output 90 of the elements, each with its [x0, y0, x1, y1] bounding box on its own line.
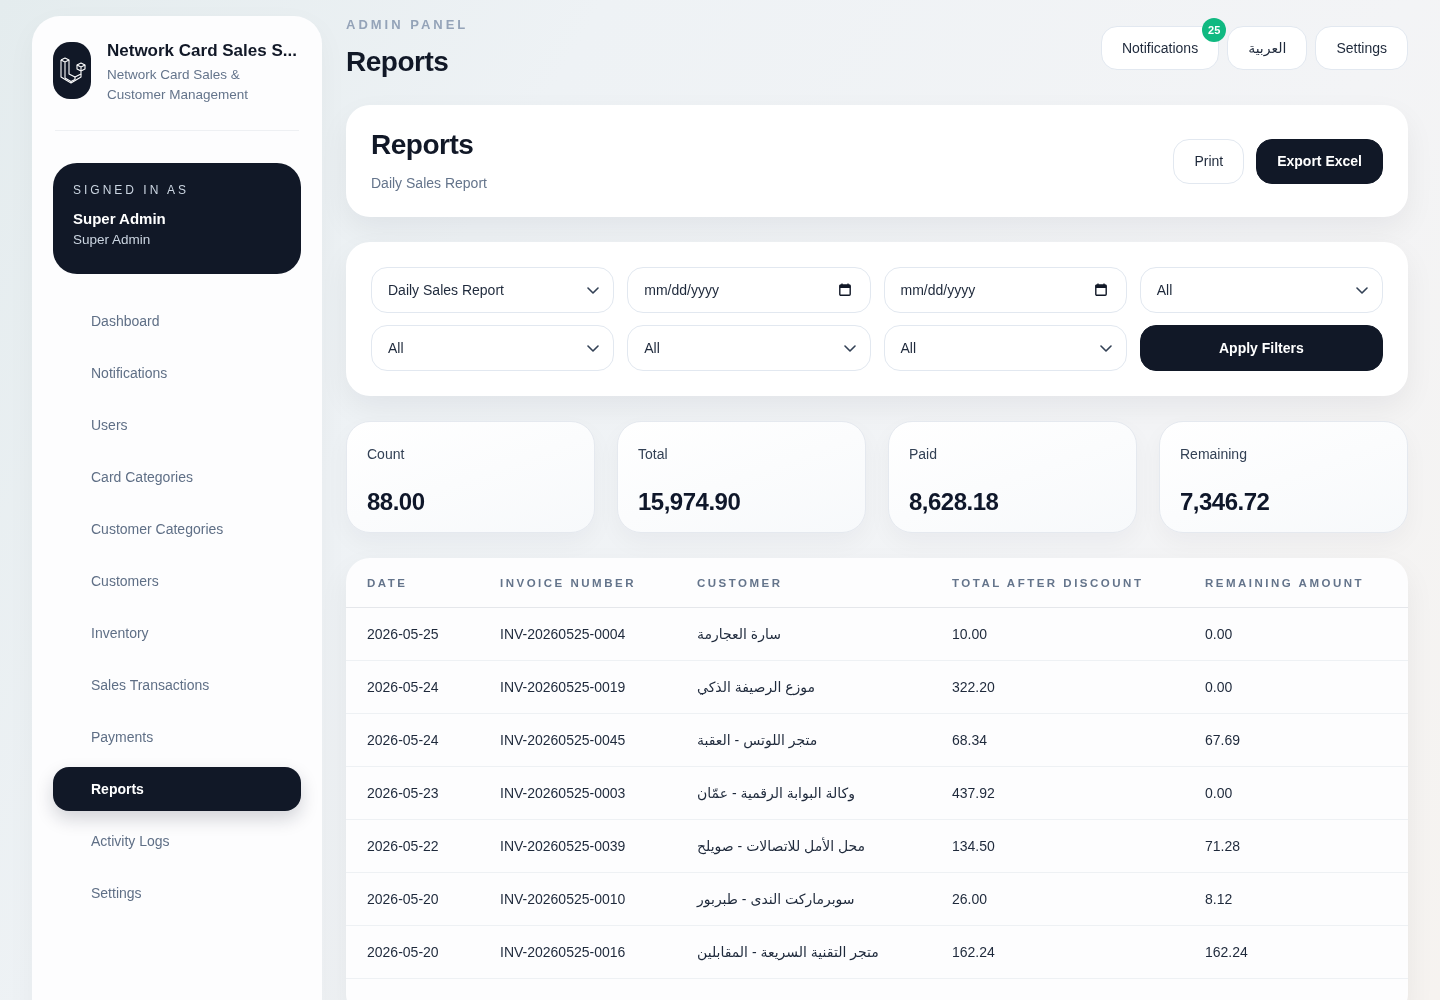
table-cell: محل الأمل للاتصالات - صويلح: [697, 819, 952, 873]
calendar-icon: [838, 283, 851, 296]
table-cell: 8.12: [1205, 872, 1408, 926]
column-header: TOTAL AFTER DISCOUNT: [952, 558, 1205, 608]
nav-item[interactable]: Card Categories: [53, 455, 301, 499]
table-cell: 2026-05-23: [346, 766, 500, 820]
nav-item[interactable]: Dashboard: [53, 299, 301, 343]
table-cell: متجر التقنية السريعة - المقابلين: [697, 925, 952, 979]
table-cell: INV-20260525-0016: [500, 925, 697, 979]
table-cell: 2026-05-24: [346, 660, 500, 714]
chevron-down-icon: [1099, 344, 1112, 352]
table-cell: INV-20260525-0004: [500, 607, 697, 661]
report-title: Reports: [371, 129, 475, 161]
table-cell: 162.24: [1205, 925, 1408, 979]
table-cell: 322.20: [952, 660, 1205, 714]
header-button[interactable]: Settings: [1315, 26, 1408, 70]
table-cell: INV-20260525-0039: [500, 819, 697, 873]
table-cell: متجر اللوتس - العقبة: [697, 713, 952, 767]
table-cell: INV-20260525-0010: [500, 872, 697, 926]
stat-value: 8,628.18: [909, 487, 1000, 517]
column-header: REMAINING AMOUNT: [1205, 558, 1408, 608]
chevron-down-icon: [587, 344, 600, 352]
nav-item[interactable]: Reports: [53, 767, 301, 811]
table-cell: 162.24: [952, 925, 1205, 979]
table-cell: 2026-05-20: [346, 872, 500, 926]
nav-item[interactable]: Inventory: [53, 611, 301, 655]
chevron-down-icon: [587, 286, 600, 294]
export-button[interactable]: Export Excel: [1256, 138, 1383, 184]
date-field[interactable]: mm/dd/yyyy: [883, 267, 1127, 313]
table-cell: 0.00: [1205, 766, 1408, 820]
page-title: Reports: [346, 45, 450, 79]
date-field[interactable]: mm/dd/yyyy: [627, 267, 871, 313]
dropdown[interactable]: All: [1139, 267, 1383, 313]
column-header: CUSTOMER: [697, 558, 952, 608]
table-cell: INV-20260525-0003: [500, 766, 697, 820]
calendar-icon: [1094, 283, 1107, 296]
chevron-down-icon: [1356, 286, 1368, 294]
user-card-label: SIGNED IN AS: [73, 183, 191, 197]
table-cell: 2026-05-24: [346, 713, 500, 767]
table-cell: 2026-05-22: [346, 819, 500, 873]
stat-label: Remaining: [1180, 445, 1248, 463]
app-title: Network Card Sales S...: [107, 40, 297, 62]
stat-label: Paid: [909, 445, 939, 463]
stat-label: Count: [367, 445, 406, 463]
stat-label: Total: [638, 445, 669, 463]
stat-value: 15,974.90: [638, 487, 742, 517]
table-cell: 0.00: [1205, 607, 1408, 661]
user-name: Super Admin: [73, 209, 167, 229]
table-cell: 67.69: [1205, 713, 1408, 767]
nav-item[interactable]: Notifications: [53, 351, 301, 395]
header-button[interactable]: العربية: [1227, 26, 1308, 70]
app-subtitle: Network Card Sales & Customer Management: [107, 66, 250, 104]
nav-item[interactable]: Customers: [53, 559, 301, 603]
table-cell: وكالة البوابة الرقمية - عمّان: [697, 766, 952, 820]
table-cell: 134.50: [952, 819, 1205, 873]
nav-item[interactable]: Customer Categories: [53, 507, 301, 551]
table-cell: 68.34: [952, 713, 1205, 767]
user-role: Super Admin: [73, 231, 152, 249]
nav-item[interactable]: Sales Transactions: [53, 663, 301, 707]
print-button[interactable]: Print: [1173, 138, 1245, 184]
column-header: DATE: [346, 558, 500, 608]
table-cell: 2026-05-25: [346, 607, 500, 661]
table-cell: 71.28: [1205, 819, 1408, 873]
table-cell: 10.00: [952, 607, 1205, 661]
dropdown[interactable]: Daily Sales Report: [371, 267, 615, 313]
stat-value: 88.00: [367, 487, 426, 517]
report-subtitle: Daily Sales Report: [371, 174, 487, 193]
nav-item[interactable]: Users: [53, 403, 301, 447]
nav-item[interactable]: Settings: [53, 871, 301, 915]
dropdown[interactable]: All: [883, 325, 1127, 371]
column-header: INVOICE NUMBER: [500, 558, 697, 608]
table-cell: INV-20260525-0019: [500, 660, 697, 714]
dropdown[interactable]: All: [371, 325, 615, 371]
table-cell: موزع الرصيفة الذكي: [697, 660, 952, 714]
table-cell: INV-20260525-0045: [500, 713, 697, 767]
table-cell: 26.00: [952, 872, 1205, 926]
stat-value: 7,346.72: [1180, 487, 1271, 517]
nav-item[interactable]: Payments: [53, 715, 301, 759]
table-cell: سارة العجارمة: [697, 607, 952, 661]
table-cell: 437.92: [952, 766, 1205, 820]
section-eyebrow: ADMIN PANEL: [346, 16, 469, 34]
dropdown[interactable]: All: [627, 325, 871, 371]
cubes-logo-icon: [53, 42, 91, 99]
count-badge: 25: [1202, 18, 1227, 42]
nav-item[interactable]: Activity Logs: [53, 819, 301, 863]
table-cell: 2026-05-20: [346, 925, 500, 979]
apply-filters-button[interactable]: Apply Filters: [1139, 325, 1383, 371]
table-cell: سوبرماركت الندى - طبربور: [697, 872, 952, 926]
table-cell: 0.00: [1205, 660, 1408, 714]
chevron-down-icon: [843, 344, 856, 352]
